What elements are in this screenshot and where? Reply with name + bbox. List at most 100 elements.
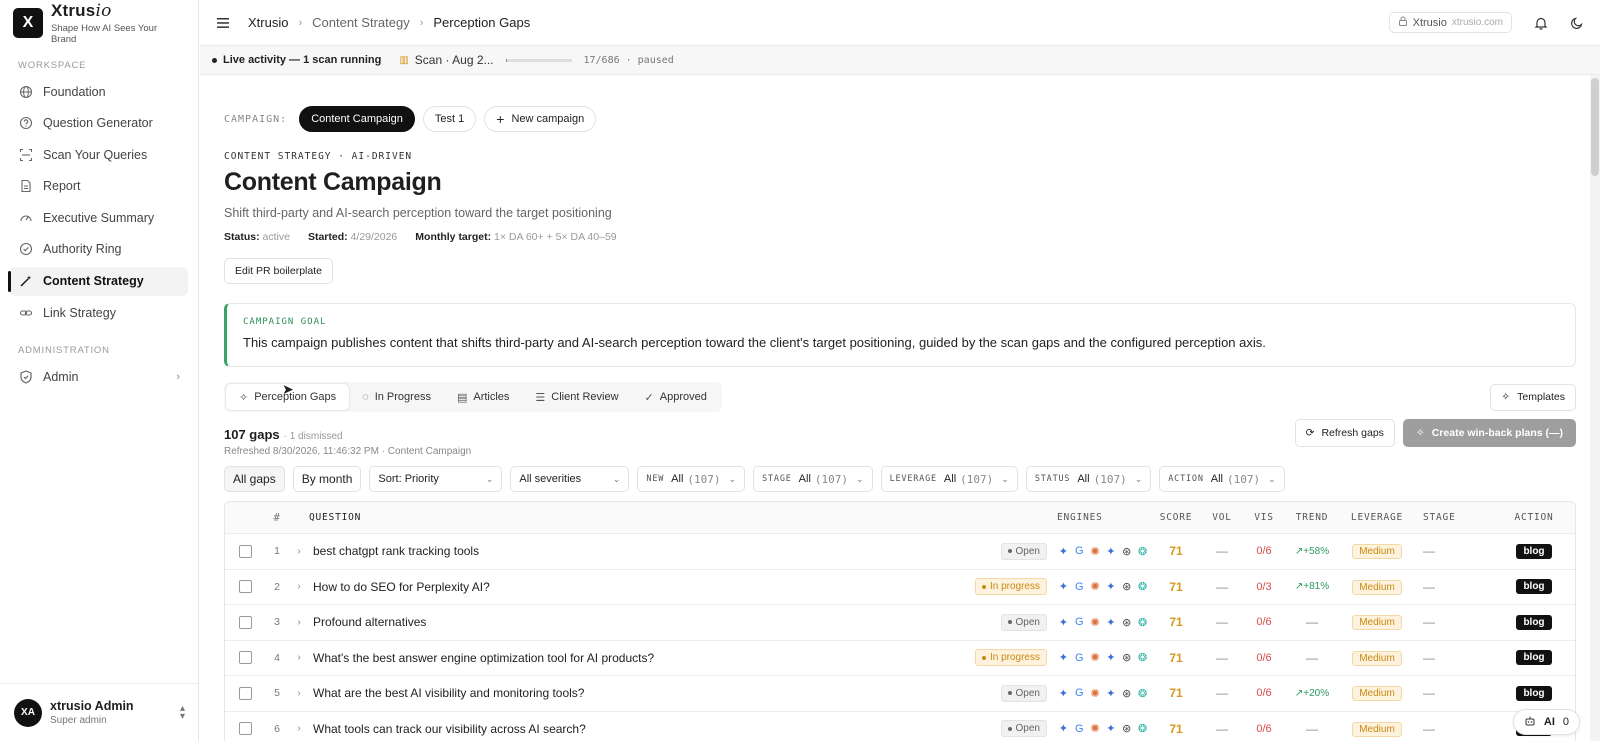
sidebar-item-question-generator[interactable]: Question Generator [10,109,188,138]
action-badge[interactable]: blog [1516,614,1552,630]
expand-chevron-icon[interactable]: › [289,581,309,592]
action-badge[interactable]: blog [1516,579,1552,595]
col-question[interactable]: QUESTION [309,512,961,523]
tab-in-progress[interactable]: ◌ In Progress [349,384,444,410]
action-badge[interactable]: blog [1516,685,1552,701]
user-menu[interactable]: XA xtrusio Admin Super admin ▴ ▾ [0,683,199,741]
row-question[interactable]: best chatgpt rank tracking tools [309,544,961,558]
leverage-badge: Medium [1352,544,1402,560]
table-row[interactable]: 6 › What tools can track our visibility ac… [225,712,1575,741]
row-score: 71 [1169,544,1183,559]
sort-select[interactable]: Sort: Priority ⌄ [369,466,503,492]
view-all-gaps-button[interactable]: All gaps [224,466,285,492]
ai-assistant-button[interactable]: AI 0 [1512,709,1580,735]
col-leverage[interactable]: LEVERAGE [1337,512,1417,523]
table-row[interactable]: 5 › What are the best AI visibility and mo… [225,676,1575,712]
filter-stage[interactable]: STAGE All (107) ⌄ [753,466,873,492]
scan-sep: · [625,54,632,66]
breadcrumb-root[interactable]: Xtrusio [248,15,288,30]
new-campaign-button[interactable]: + New campaign [484,106,597,132]
severity-select[interactable]: All severities ⌄ [510,466,630,492]
sidebar-item-label: Authority Ring [43,242,122,257]
scan-state: paused [637,54,674,66]
row-checkbox[interactable] [238,651,252,665]
bell-icon[interactable] [1534,16,1548,30]
live-dot-icon [212,58,217,63]
filter-bar: All gaps By month Sort: Priority ⌄ All se… [224,466,1584,492]
sidebar-item-executive-summary[interactable]: Executive Summary [10,203,188,232]
engine-4-icon: ⊛ [1122,545,1132,558]
expand-chevron-icon[interactable]: › [289,652,309,663]
row-question[interactable]: What's the best answer engine optimizati… [309,651,961,665]
engine-5-icon: ❂ [1137,616,1148,629]
tab-approved[interactable]: ✓ Approved [632,384,720,410]
row-checkbox[interactable] [238,722,252,736]
mouse-cursor-icon: ➤ [282,381,294,397]
filter-action[interactable]: ACTION All (107) ⌄ [1159,466,1285,492]
row-question[interactable]: Profound alternatives [309,615,961,629]
live-activity[interactable]: Live activity — 1 scan running [212,54,381,66]
ai-label: AI [1543,716,1555,728]
tab-client-review[interactable]: ☰ Client Review [522,384,631,410]
engine-2-icon: ✺ [1090,687,1100,700]
row-checkbox[interactable] [238,615,252,629]
sidebar-item-content-strategy[interactable]: Content Strategy [8,266,188,296]
sidebar-item-report[interactable]: Report [10,172,188,201]
brand[interactable]: X Xtrusio Shape How AI Sees Your Brand [0,0,198,46]
expand-chevron-icon[interactable]: › [289,617,309,628]
status-badge: Open [1000,720,1047,738]
row-checkbox[interactable] [238,686,252,700]
chevron-right-icon: › [176,370,180,383]
sparkle-icon: ✧ [239,391,249,404]
dismissed-count[interactable]: · 1 dismissed [284,431,343,442]
templates-button[interactable]: ✧ Templates [1490,383,1576,411]
campaign-pill-test-1[interactable]: Test 1 [422,106,477,132]
row-checkbox[interactable] [238,580,252,594]
row-question[interactable]: What are the best AI visibility and moni… [309,686,961,700]
expand-chevron-icon[interactable]: › [289,723,309,734]
expand-chevron-icon[interactable]: › [289,546,309,557]
row-checkbox[interactable] [238,544,252,558]
create-win-back-plans-button[interactable]: ✧ Create win-back plans (—) [1402,419,1576,447]
tab-articles[interactable]: ▤ Articles [444,384,522,410]
breadcrumb: Xtrusio › Content Strategy › Perception … [248,15,530,30]
col-stage[interactable]: STAGE [1417,512,1493,523]
col-trend[interactable]: TREND [1287,512,1337,523]
sidebar-item-authority-ring[interactable]: Authority Ring [10,235,188,264]
filter-leverage[interactable]: LEVERAGE All (107) ⌄ [880,466,1018,492]
breadcrumb-section[interactable]: Content Strategy [312,15,410,30]
refresh-gaps-button[interactable]: ⟳ Refresh gaps [1294,419,1395,447]
col-score[interactable]: SCORE [1149,512,1203,523]
edit-pr-boilerplate-button[interactable]: Edit PR boilerplate [224,258,333,284]
table-row[interactable]: 1 › best chatgpt rank tracking tools Open ✦ G… [225,534,1575,570]
workspace-chip[interactable]: Xtrusio xtrusio.com [1388,12,1512,33]
sidebar-item-foundation[interactable]: Foundation [10,77,188,106]
campaign-pill-content-campaign[interactable]: Content Campaign [299,106,415,132]
scan-progress-chip[interactable]: ▥ Scan · Aug 2... 17/686 · paused [399,53,673,67]
filter-status[interactable]: STATUS All (107) ⌄ [1025,466,1152,492]
table-row[interactable]: 2 › How to do SEO for Perplexity AI? In pro… [225,570,1575,605]
trend-up-icon: ↗ [1294,545,1304,557]
table-row[interactable]: 3 › Profound alternatives Open ✦ G ✺ ✦ ⊛ ❂ 71 — 0/6 —… [225,605,1575,641]
action-badge[interactable]: blog [1516,650,1552,666]
action-badge[interactable]: blog [1516,543,1552,559]
filter-new[interactable]: NEW All (107) ⌄ [637,466,746,492]
scrollbar-thumb[interactable] [1591,78,1599,176]
scan-icon: ▥ [399,54,409,66]
sidebar-item-scan-your-queries[interactable]: Scan Your Queries [10,140,188,169]
sidebar-item-admin[interactable]: Admin › [10,362,188,391]
col-vol[interactable]: VOL [1203,512,1241,523]
table-row[interactable]: 4 › What's the best answer engine optimiza… [225,641,1575,676]
theme-toggle-icon[interactable] [1570,16,1584,30]
row-question[interactable]: What tools can track our visibility acro… [309,722,961,736]
col-vis[interactable]: VIS [1241,512,1287,523]
sidebar-item-link-strategy[interactable]: Link Strategy [10,298,188,327]
row-question[interactable]: How to do SEO for Perplexity AI? [309,580,961,594]
row-number: 3 [274,616,280,629]
view-by-month-button[interactable]: By month [292,466,362,492]
col-action[interactable]: ACTION [1493,512,1575,523]
expand-chevron-icon[interactable]: › [289,688,309,699]
menu-icon[interactable] [216,17,230,29]
user-role: Super admin [50,715,107,726]
engine-5-icon: ❂ [1137,545,1148,558]
